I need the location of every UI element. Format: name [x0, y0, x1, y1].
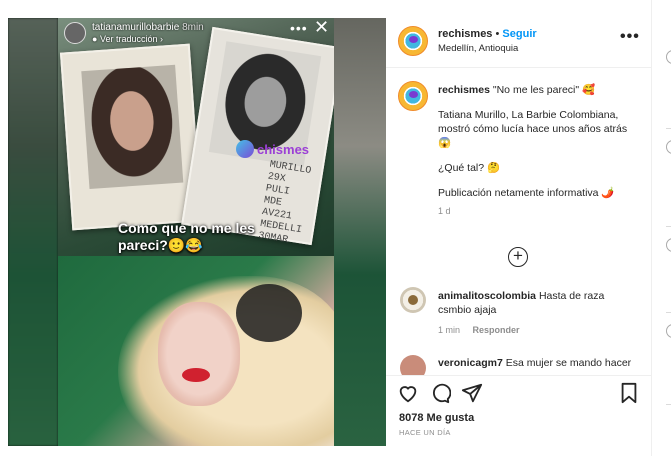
caption: rechismes "No me les pareci" 🥰 Tatiana M…	[438, 83, 638, 218]
story-translate: ● Ver traducción ›	[92, 34, 163, 44]
caption-line2: ¿Qué tal? 🤔	[438, 162, 501, 174]
send-icon[interactable]	[461, 382, 483, 404]
more-options-icon[interactable]: •••	[620, 28, 640, 46]
comment-item: veronicagm7 Esa mujer se mando hacer	[438, 356, 638, 370]
comment-meta: 1 min Responder	[438, 325, 530, 335]
comment-avatar[interactable]	[400, 355, 426, 375]
comments-section[interactable]: rechismes "No me les pareci" 🥰 Tatiana M…	[386, 69, 651, 375]
plus-circle-icon[interactable]: +	[508, 247, 528, 267]
watermark-text: chismes	[257, 141, 310, 157]
caption-line3: Publicación netamente informativa 🌶️	[438, 187, 615, 199]
story-image: MURILLO 29X PULI MDE AV221 MEDELLI 30MAR…	[58, 18, 334, 446]
comment-text: Esa mujer se mando hacer	[505, 357, 632, 369]
story-caption: Como que no me les pareci?🙂😂	[118, 220, 255, 253]
post-media[interactable]: MURILLO 29X PULI MDE AV221 MEDELLI 30MAR…	[8, 18, 386, 446]
caption-avatar[interactable]	[398, 81, 428, 111]
comment-username[interactable]: animalitoscolombia	[438, 290, 536, 302]
adjacent-post-edge	[651, 0, 671, 456]
bookmark-icon[interactable]	[618, 382, 640, 404]
comment-icon[interactable]	[429, 382, 452, 404]
media-blur-left	[8, 18, 58, 446]
post-date: HACE UN DÍA	[399, 428, 451, 437]
action-bar: 8078 Me gusta HACE UN DÍA	[386, 375, 651, 446]
divider	[666, 404, 671, 405]
post-header: rechismes • Seguir Medellín, Antioquia •…	[386, 18, 651, 68]
story-header: tatianamurillobarbie 8min ● Ver traducci…	[64, 22, 204, 44]
circle-icon	[666, 324, 671, 338]
circle-icon	[666, 238, 671, 252]
caption-time[interactable]: 1 d	[438, 204, 638, 218]
circle-icon	[666, 140, 671, 154]
comment-time[interactable]: 1 min	[438, 325, 460, 335]
comment-username[interactable]: veronicagm7	[438, 357, 503, 369]
id-photo-left	[59, 43, 203, 231]
reply-button[interactable]: Responder	[473, 325, 520, 335]
caption-title: "No me les pareci" 🥰	[492, 84, 596, 96]
close-icon: ✕	[314, 18, 330, 37]
follow-button[interactable]: Seguir	[502, 28, 536, 40]
caption-username[interactable]: rechismes	[438, 84, 490, 96]
story-avatar	[64, 22, 86, 44]
likes-count[interactable]: 8078 Me gusta	[399, 412, 474, 424]
heart-icon[interactable]	[397, 382, 419, 404]
divider	[666, 226, 671, 227]
comment-item: animalitoscolombia Hasta de raza csmbio …	[438, 289, 633, 317]
comment-avatar[interactable]	[400, 287, 426, 313]
story-more-icon: •••	[290, 20, 308, 36]
author-avatar[interactable]	[398, 26, 428, 56]
separator-dot: •	[495, 28, 500, 40]
watermark-logo-icon	[236, 140, 254, 158]
circle-icon	[666, 50, 671, 64]
story-username: tatianamurillobarbie	[92, 22, 180, 33]
divider	[666, 128, 671, 129]
story-bottom-photo	[58, 256, 334, 446]
media-blur-right	[334, 18, 386, 446]
watermark: chismes	[236, 140, 309, 158]
caption-line1: Tatiana Murillo, La Barbie Colombiana, m…	[438, 109, 628, 149]
post-panel: rechismes • Seguir Medellín, Antioquia •…	[386, 18, 651, 446]
divider	[666, 312, 671, 313]
author-username[interactable]: rechismes	[438, 28, 492, 40]
story-age: 8min	[182, 22, 204, 33]
location-link[interactable]: Medellín, Antioquia	[438, 43, 518, 54]
